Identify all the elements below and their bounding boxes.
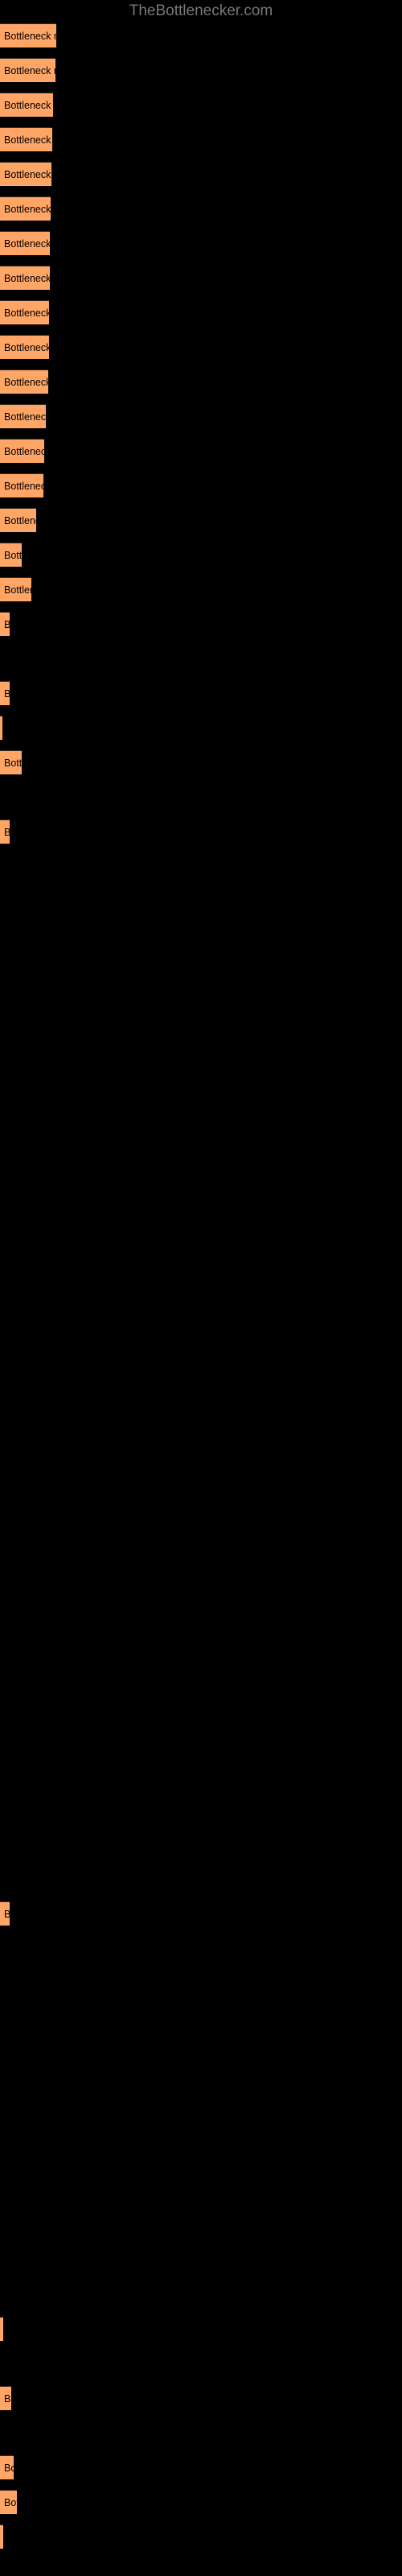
bar[interactable]: Bottleneck result [0, 335, 49, 359]
bar[interactable]: Bottleneck result [0, 231, 50, 255]
bar-label: Bottleneck result [4, 272, 50, 284]
bar-row: Bottleneck result [0, 300, 402, 324]
bar-label: Bottleneck result [4, 168, 51, 180]
bar-label: Bottleneck result [4, 64, 55, 76]
bar[interactable]: Bottleneck result [0, 508, 36, 532]
bar-row: Bottleneck result [0, 2490, 402, 2514]
bar-label: Bottleneck result [4, 619, 10, 630]
bottleneck-bar-chart: Bottleneck result Bottleneck result Bottle… [0, 0, 402, 2576]
bar-row: Bottleneck result [0, 716, 402, 740]
bar-row: Bottleneck result [0, 23, 402, 47]
bar-row: Bottleneck result [0, 127, 402, 151]
bar-label: Bottleneck result [4, 549, 22, 561]
bar[interactable]: Bottleneck result [0, 162, 51, 186]
bar-label: Bottleneck result [4, 480, 43, 492]
bar[interactable]: Bottleneck result [0, 750, 22, 774]
bar-label: Bottleneck result [4, 203, 51, 215]
bar[interactable]: Bottleneck result [0, 716, 2, 740]
bar-label: Bottleneck result [4, 341, 49, 353]
bar[interactable]: Bottleneck result [0, 2317, 3, 2341]
bar-row: Bottleneck result [0, 473, 402, 497]
bar-row: Bottleneck result [0, 266, 402, 290]
bar-row: Bottleneck result [0, 404, 402, 428]
bar[interactable]: Bottleneck result [0, 23, 56, 47]
bar[interactable]: Bottleneck result [0, 127, 52, 151]
bar-label: Bottleneck result [4, 30, 56, 42]
bar-row: Bottleneck result [0, 369, 402, 394]
bar-label: Bottleneck result [4, 827, 10, 838]
bar-label: Bottleneck result [4, 2392, 11, 2405]
bar-label: Bottleneck result [4, 134, 52, 146]
bar-row: Bottleneck result [0, 2455, 402, 2479]
bar-row: Bottleneck result [0, 162, 402, 186]
bar-label: Bottleneck result [4, 99, 53, 111]
bar[interactable]: Bottleneck result [0, 612, 10, 636]
bar[interactable]: Bottleneck result [0, 93, 53, 117]
bar-row: Bottleneck result [0, 2317, 402, 2341]
bar-row: Bottleneck result [0, 543, 402, 567]
bar-row: Bottleneck result [0, 439, 402, 463]
bar[interactable]: Bottleneck result [0, 369, 48, 394]
bar-label: Bottleneck result [4, 2462, 14, 2474]
bar-row: Bottleneck result [0, 2524, 402, 2549]
bar-row: Bottleneck result [0, 93, 402, 117]
bar-row: Bottleneck result [0, 612, 402, 636]
bar-row: Bottleneck result [0, 577, 402, 601]
bar[interactable]: Bottleneck result [0, 439, 44, 463]
bar[interactable]: Bottleneck result [0, 300, 49, 324]
bar[interactable]: Bottleneck result [0, 543, 22, 567]
bar-row: Bottleneck result [0, 508, 402, 532]
bar[interactable]: Bottleneck result [0, 2490, 17, 2514]
bar[interactable]: Bottleneck result [0, 58, 55, 82]
bar-label: Bottleneck result [4, 445, 44, 457]
bar-label: Bottleneck result [4, 237, 50, 250]
bar-label: Bottleneck result [4, 514, 36, 526]
bar[interactable]: Bottleneck result [0, 819, 10, 844]
bar-row: Bottleneck result [0, 1901, 402, 1926]
bar-row: Bottleneck result [0, 196, 402, 221]
bar-row: Bottleneck result [0, 231, 402, 255]
bar-label: Bottleneck result [4, 584, 31, 596]
bar[interactable]: Bottleneck result [0, 1901, 10, 1926]
bar-row: Bottleneck result [0, 750, 402, 774]
bar-row: Bottleneck result [0, 681, 402, 705]
bar-label: Bottleneck result [4, 757, 22, 769]
bar-label: Bottleneck result [4, 376, 48, 388]
bar-row: Bottleneck result [0, 2386, 402, 2410]
bar-label: Bottleneck result [4, 1909, 10, 1920]
bar[interactable]: Bottleneck result [0, 473, 43, 497]
bar[interactable]: Bottleneck result [0, 2455, 14, 2479]
bar-label: Bottleneck result [4, 688, 10, 700]
bar[interactable]: Bottleneck result [0, 681, 10, 705]
bar-label: Bottleneck result [4, 307, 49, 319]
bar-label: Bottleneck result [4, 2496, 17, 2508]
bar-label: Bottleneck result [4, 411, 46, 423]
bar[interactable]: Bottleneck result [0, 196, 51, 221]
bar-row: Bottleneck result [0, 335, 402, 359]
bar[interactable]: Bottleneck result [0, 2386, 11, 2410]
bar[interactable]: Bottleneck result [0, 577, 31, 601]
bar-row: Bottleneck result [0, 819, 402, 844]
bar[interactable]: Bottleneck result [0, 2524, 3, 2549]
bar[interactable]: Bottleneck result [0, 266, 50, 290]
bar[interactable]: Bottleneck result [0, 404, 46, 428]
bar-row: Bottleneck result [0, 58, 402, 82]
